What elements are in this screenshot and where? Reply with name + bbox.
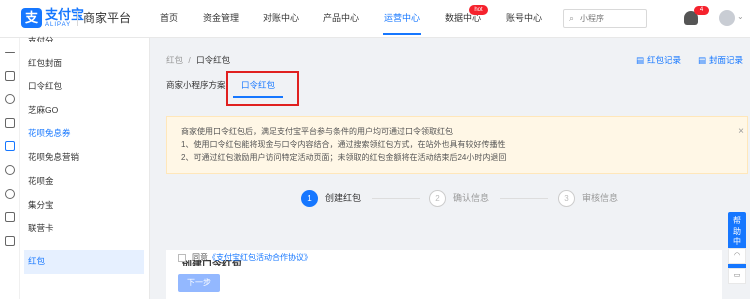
badge-icon[interactable]: [5, 189, 15, 199]
alipay-logo-icon[interactable]: 支: [21, 8, 42, 28]
nav-home[interactable]: 首页: [160, 12, 178, 25]
notice-line-2: 1、使用口令红包能将现金与口令内容结合，通过搜索领红包方式，在站外也具有较好传播…: [181, 140, 506, 149]
sidebar-item-cover[interactable]: 红包封面: [28, 58, 62, 69]
target-icon[interactable]: [5, 94, 15, 104]
agree-text: 同意《支付宝红包活动合作协议》: [192, 253, 312, 263]
document-icon: ▤: [698, 55, 707, 65]
breadcrumb-current: 口令红包: [196, 55, 231, 65]
nav-products[interactable]: 产品中心: [323, 12, 359, 25]
notice-line-3: 2、可通过红包激励用户访问特定活动页面；未领取的红包金额将在活动结束后24小时内…: [181, 153, 507, 162]
breadcrumb: 红包 / 口令红包: [166, 55, 230, 66]
document-icon: ▤: [636, 55, 645, 65]
breadcrumb-root[interactable]: 红包: [166, 55, 183, 65]
hot-badge: hot: [469, 5, 488, 15]
gift-icon[interactable]: [5, 141, 15, 151]
step-2-label: 确认信息: [453, 193, 490, 203]
chevron-down-icon[interactable]: ⌄: [737, 12, 744, 22]
sidebar-item-co-brand-card[interactable]: 联营卡: [28, 223, 54, 234]
clipboard-icon[interactable]: [5, 118, 15, 128]
icon-rail: [0, 38, 20, 299]
top-bar: 支 支付宝 ALIPAY 商家平台 首页 资金管理 对账中心 产品中心 运营中心…: [0, 0, 750, 38]
help-center-button[interactable]: 帮助中心: [728, 212, 746, 276]
brand-divider: [77, 11, 78, 26]
agree-prefix: 同意: [192, 253, 208, 262]
platform-name: 商家平台: [83, 11, 132, 25]
sidebar: 支付分 红包封面 口令红包 芝麻GO 花呗免息券 花呗免息营销 花呗金 集分宝 …: [20, 36, 150, 299]
nav-funds[interactable]: 资金管理: [203, 12, 239, 25]
form-icon[interactable]: [5, 212, 15, 222]
search-box[interactable]: ⌕: [563, 9, 647, 28]
menu-icon[interactable]: [5, 52, 15, 53]
nav-active-underline: [383, 33, 421, 35]
nav-operations[interactable]: 运营中心: [384, 12, 420, 25]
cover-records-label: 封面记录: [709, 55, 744, 65]
step-3-circle: 3: [558, 190, 575, 207]
sidebar-item-zhima-go[interactable]: 芝麻GO: [28, 105, 58, 116]
agreement-link[interactable]: 《支付宝红包活动合作协议》: [208, 253, 312, 262]
cover-records-link[interactable]: ▤ 封面记录: [698, 55, 743, 66]
search-input[interactable]: [580, 12, 644, 25]
list-icon[interactable]: [5, 236, 15, 246]
form-body: 同意《支付宝红包活动合作协议》 下一步: [166, 250, 722, 299]
brand-sub: ALIPAY: [45, 22, 72, 28]
sidebar-item-jifenbao[interactable]: 集分宝: [28, 200, 54, 211]
sidebar-item-pay-score[interactable]: 支付分: [28, 36, 54, 42]
sidebar-item-password-redpacket[interactable]: 口令红包: [28, 81, 62, 92]
sidebar-item-huabei-gold[interactable]: 花呗金: [28, 176, 54, 187]
step-connector-2: [500, 198, 548, 199]
step-3-label: 审核信息: [582, 193, 619, 203]
close-icon[interactable]: ×: [738, 127, 744, 137]
document-icon[interactable]: [5, 71, 15, 81]
sidebar-item-huabei-marketing[interactable]: 花呗免息营销: [28, 152, 79, 163]
notice-line-1: 商家使用口令红包后，满足支付宝平台参与条件的用户均可通过口令领取红包: [181, 127, 453, 136]
nav-account[interactable]: 账号中心: [506, 12, 542, 25]
headset-icon[interactable]: ◠: [728, 248, 746, 264]
breadcrumb-separator: /: [188, 55, 191, 65]
avatar[interactable]: [719, 10, 735, 26]
app-root: 支 支付宝 ALIPAY 商家平台 首页 资金管理 对账中心 产品中心 运营中心…: [0, 0, 750, 299]
step-2-circle: 2: [429, 190, 446, 207]
search-icon: ⌕: [569, 13, 575, 23]
redpacket-records-label: 红包记录: [647, 55, 682, 65]
next-button[interactable]: 下一步: [178, 274, 220, 292]
redpacket-records-link[interactable]: ▤ 红包记录: [636, 55, 681, 66]
highlight-box: [226, 71, 299, 106]
new-icon[interactable]: ▭: [728, 268, 746, 284]
globe-icon[interactable]: [5, 165, 15, 175]
sidebar-item-redpacket-label: 红包: [28, 256, 46, 266]
tab-merchant-miniprogram[interactable]: 商家小程序方案: [166, 80, 226, 91]
nav-reconciliation[interactable]: 对账中心: [263, 12, 299, 25]
notification-count-badge: 4: [694, 6, 709, 15]
notice-banner: 商家使用口令红包后，满足支付宝平台参与条件的用户均可通过口令领取红包 1、使用口…: [166, 116, 748, 174]
step-1-label: 创建红包: [325, 193, 362, 203]
step-1-circle: 1: [301, 190, 318, 207]
sidebar-item-huabei-coupon[interactable]: 花呗免息券: [28, 128, 71, 139]
agree-checkbox[interactable]: [178, 254, 186, 262]
brand-name: 支付宝: [45, 7, 85, 22]
step-connector-1: [372, 198, 420, 199]
